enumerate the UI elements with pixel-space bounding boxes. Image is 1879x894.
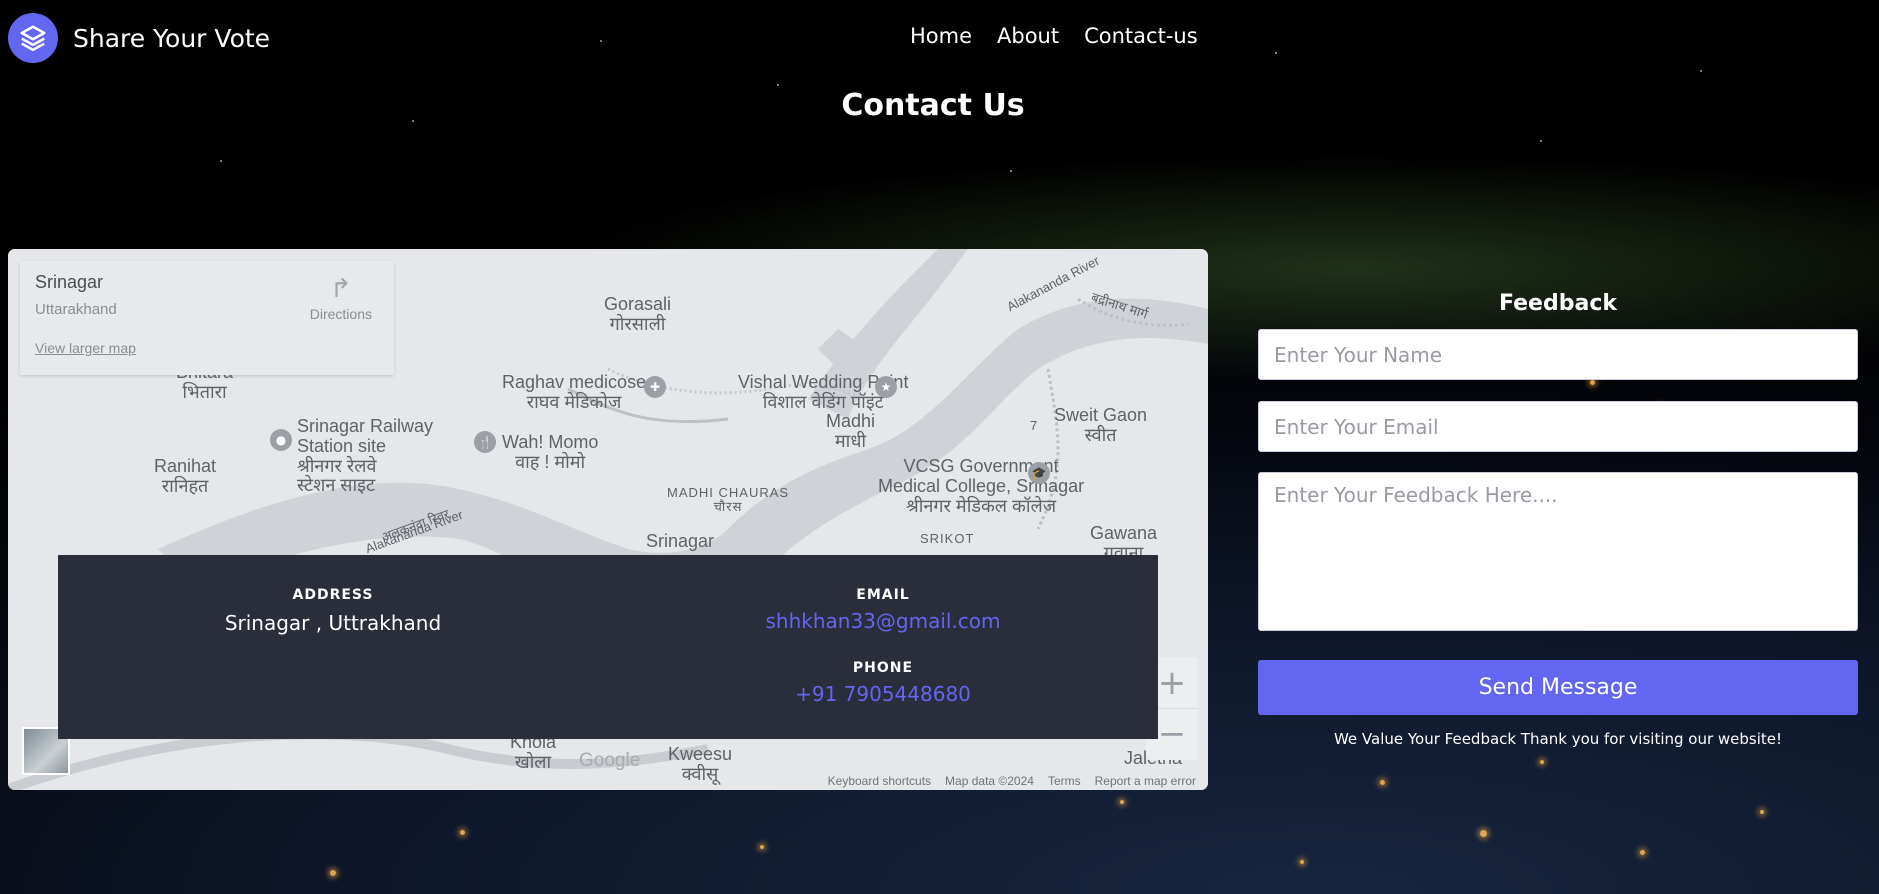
directions-button[interactable]: ↱ Directions [310,273,372,322]
feedback-note: We Value Your Feedback Thank you for vis… [1333,730,1783,748]
navbar: Share Your Vote Home About Contact-us [0,0,1879,76]
name-input[interactable] [1258,329,1858,380]
email-link[interactable]: shhkhan33@gmail.com [765,609,1000,633]
map-place-card: Srinagar Uttarakhand View larger map ↱ D… [20,261,394,375]
place-title: Srinagar [35,272,104,292]
email-input[interactable] [1258,401,1858,452]
map-label-srinagar: Srinagar [646,531,715,551]
page-title: Contact Us [841,88,1025,123]
map-label-ranihat: Ranihat रानिहत [154,456,217,496]
map-label-kweesu: Kweesu क्वीसू [668,744,733,784]
nav-contact-us[interactable]: Contact-us [1084,24,1198,48]
phone-label: PHONE [852,660,914,676]
email-label: EMAIL [856,587,910,603]
map-data-text: Map data ©2024 [945,774,1034,788]
send-message-button[interactable]: Send Message [1258,660,1858,715]
brand-name: Share Your Vote [73,23,271,53]
restaurant-pin-icon[interactable]: 🍴 [474,431,496,453]
directions-arrow-icon: ↱ [329,273,352,303]
nav-home[interactable]: Home [910,24,972,48]
map-label-srikot: SRIKOT [920,531,975,546]
venue-pin-icon[interactable]: ★ [875,376,897,398]
map-label-madhi-chauras: MADHI CHAURAS चौरस [667,485,790,515]
map-label-raghav-medicose: Raghav medicose राघव मेडिकोज [502,372,647,412]
college-pin-icon[interactable]: 🎓 [1028,462,1050,484]
feedback-textarea[interactable] [1258,472,1858,631]
report-map-error-link[interactable]: Report a map error [1095,774,1196,788]
keyboard-shortcuts-link[interactable]: Keyboard shortcuts [828,774,931,788]
map-label-wah-momo: Wah! Momo वाह ! मोमो [502,432,599,472]
nav-about[interactable]: About [997,24,1059,48]
terms-link[interactable]: Terms [1048,774,1081,788]
nav-links: Home About Contact-us [910,24,1198,48]
contact-info-card: ADDRESS Srinagar , Uttrakhand EMAIL shhk… [58,555,1158,739]
map-label-gorasali: Gorasali गोरसाली [604,294,672,334]
place-subtitle: Uttarakhand [35,301,117,318]
view-larger-map-link[interactable]: View larger map [35,340,136,356]
directions-label: Directions [309,306,372,322]
map-label-madhi: Madhi माधी [826,411,876,451]
map-label-sweit-gaon: Sweit Gaon स्वीत [1054,405,1148,445]
brand[interactable]: Share Your Vote [8,13,270,63]
map-label-vcsg-college: VCSG Government Medical College, Srinagar… [878,456,1085,516]
map-label-road-7: 7 [1030,418,1038,433]
layers-icon [8,13,58,63]
address-value: Srinagar , Uttrakhand [224,611,442,635]
map-label-railway-station: Srinagar Railway Station site श्रीनगर रेल… [297,416,434,496]
google-logo: Google [579,750,641,771]
phone-link[interactable]: +91 7905448680 [795,682,971,706]
place-pin-icon[interactable]: ● [270,429,292,451]
map-footer: Keyboard shortcuts Map data ©2024 Terms … [823,772,1200,790]
feedback-title: Feedback [1499,291,1617,316]
address-label: ADDRESS [292,587,374,603]
medical-pin-icon[interactable]: ✚ [644,376,666,398]
